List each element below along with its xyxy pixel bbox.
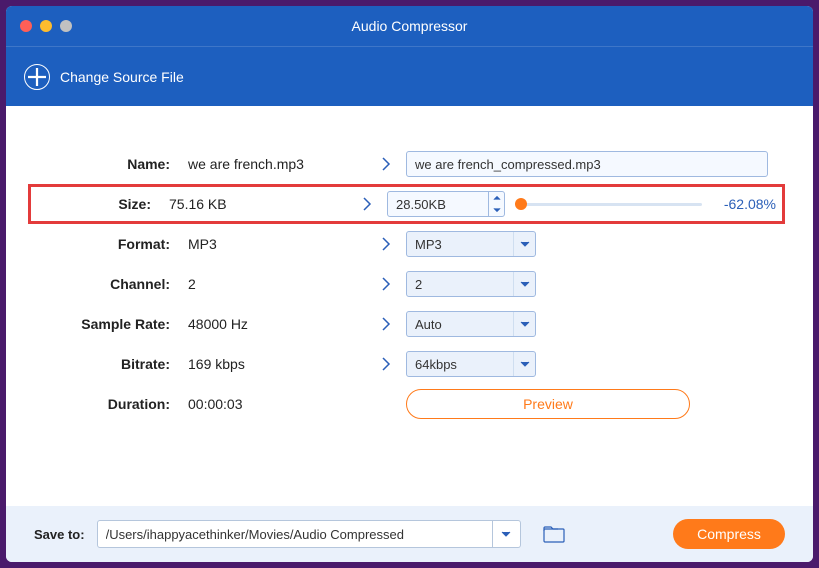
slider-thumb[interactable]	[515, 198, 527, 210]
channel-original: 2	[188, 276, 366, 292]
compress-button[interactable]: Compress	[673, 519, 785, 549]
arrow-icon	[366, 356, 406, 372]
arrow-icon	[366, 156, 406, 172]
preview-button[interactable]: Preview	[406, 389, 690, 419]
chevron-down-icon	[513, 312, 535, 336]
row-size: Size: 75.16 KB 28.50KB -62.08%	[28, 184, 785, 224]
content-area: Name: we are french.mp3 Size: 75.16 KB 2…	[6, 106, 813, 506]
duration-label: Duration:	[6, 396, 188, 412]
target-size-spinner[interactable]: 28.50KB	[387, 191, 505, 217]
sample-rate-original: 48000 Hz	[188, 316, 366, 332]
browse-folder-icon[interactable]	[543, 525, 565, 543]
save-path-input[interactable]	[97, 520, 493, 548]
slider-track	[515, 203, 702, 206]
save-to-label: Save to:	[34, 527, 85, 542]
app-window: Audio Compressor Change Source File Name…	[6, 6, 813, 562]
channel-label: Channel:	[6, 276, 188, 292]
save-path-dropdown[interactable]	[493, 520, 521, 548]
name-label: Name:	[6, 156, 188, 172]
arrow-icon	[366, 236, 406, 252]
change-source-button[interactable]: Change Source File	[60, 69, 184, 85]
chevron-down-icon	[513, 272, 535, 296]
duration-value: 00:00:03	[188, 396, 366, 412]
row-format: Format: MP3 MP3	[6, 224, 813, 264]
arrow-icon	[366, 316, 406, 332]
format-label: Format:	[6, 236, 188, 252]
row-duration: Duration: 00:00:03 Preview	[6, 384, 813, 424]
size-step-up-button[interactable]	[489, 192, 504, 204]
bitrate-label: Bitrate:	[6, 356, 188, 372]
row-name: Name: we are french.mp3	[6, 144, 813, 184]
row-sample-rate: Sample Rate: 48000 Hz Auto	[6, 304, 813, 344]
add-file-icon[interactable]	[24, 64, 50, 90]
footer: Save to: Compress	[6, 506, 813, 562]
arrow-icon	[347, 196, 387, 212]
bitrate-select[interactable]: 64kbps	[406, 351, 536, 377]
size-slider[interactable]	[515, 203, 702, 206]
name-original: we are french.mp3	[188, 156, 366, 172]
channel-select[interactable]: 2	[406, 271, 536, 297]
arrow-icon	[366, 276, 406, 292]
row-channel: Channel: 2 2	[6, 264, 813, 304]
format-select[interactable]: MP3	[406, 231, 536, 257]
bitrate-original: 169 kbps	[188, 356, 366, 372]
size-step-down-button[interactable]	[489, 204, 504, 216]
sample-rate-select[interactable]: Auto	[406, 311, 536, 337]
format-original: MP3	[188, 236, 366, 252]
chevron-down-icon	[513, 232, 535, 256]
toolbar: Change Source File	[6, 46, 813, 106]
size-original: 75.16 KB	[169, 196, 347, 212]
target-size-value: 28.50KB	[388, 197, 488, 212]
size-percent: -62.08%	[712, 196, 776, 212]
window-title: Audio Compressor	[6, 18, 813, 34]
sample-rate-label: Sample Rate:	[6, 316, 188, 332]
output-name-input[interactable]	[406, 151, 768, 177]
row-bitrate: Bitrate: 169 kbps 64kbps	[6, 344, 813, 384]
size-label: Size:	[31, 196, 169, 212]
titlebar: Audio Compressor	[6, 6, 813, 46]
chevron-down-icon	[513, 352, 535, 376]
